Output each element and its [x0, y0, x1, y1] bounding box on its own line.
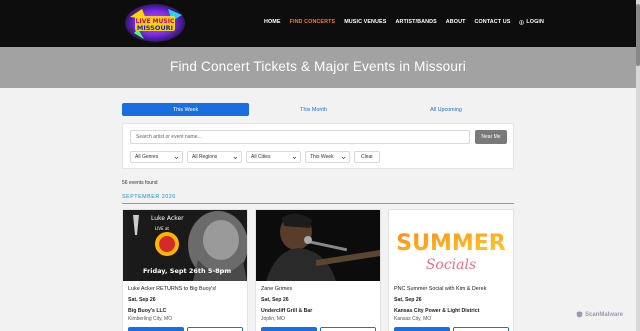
city-select-value: All Cities — [251, 154, 271, 160]
nav-home[interactable]: HOME — [264, 19, 281, 25]
event-city: Kimberling City, MO — [128, 316, 173, 322]
main-nav: HOME FIND CONCERTS MUSIC VENUES ARTIST/B… — [264, 19, 544, 25]
secondary-action-button[interactable] — [320, 327, 376, 331]
login-link[interactable]: LOGIN — [519, 19, 544, 25]
tab-this-month[interactable]: This Month — [249, 103, 378, 116]
month-heading: SEPTEMBER 2026 — [122, 194, 176, 200]
site-header: LIVE MUSIC MISSOURI HOME FIND CONCERTS M… — [0, 0, 636, 47]
nav-contact-us[interactable]: CONTACT US — [474, 19, 510, 25]
tab-all-upcoming[interactable]: All Upcoming — [378, 103, 514, 116]
poster-artist-text: Luke Acker — [151, 215, 184, 222]
event-poster-summer-socials: SUMMER Socials — [389, 210, 513, 281]
event-title[interactable]: Zane Grimes — [261, 286, 292, 292]
nav-music-venues[interactable]: MUSIC VENUES — [344, 19, 386, 25]
near-me-button[interactable]: Near Me — [475, 130, 507, 144]
event-photo-zane-grimes — [256, 210, 380, 281]
poster-date-text: Friday, Sept 26th 5-8pm — [143, 267, 231, 275]
nav-artist-bands[interactable]: ARTIST/BANDS — [395, 19, 436, 25]
filter-panel: Search artist or event name... Near Me A… — [122, 123, 514, 169]
primary-action-button[interactable] — [261, 327, 317, 331]
time-tabs: This Week This Month All Upcoming — [122, 103, 514, 116]
event-image[interactable] — [256, 210, 380, 281]
poster-live-at-text: LIVE at — [155, 226, 169, 231]
region-select-value: All Regions — [192, 154, 218, 160]
event-image[interactable]: SUMMER Socials — [389, 210, 513, 281]
shield-icon — [576, 311, 583, 318]
poster-socials-text: Socials — [426, 257, 476, 273]
page: LIVE MUSIC MISSOURI HOME FIND CONCERTS M… — [0, 0, 640, 331]
primary-action-button[interactable] — [128, 327, 184, 331]
watermark: ScanMalware — [576, 311, 623, 318]
results-count: 56 events found — [122, 180, 158, 186]
scrollbar-thumb[interactable] — [636, 4, 640, 66]
event-venue[interactable]: Undercliff Grill & Bar — [261, 308, 312, 314]
watermark-text: ScanMalware — [585, 311, 624, 318]
event-title[interactable]: PNC Summer Social with Kim & Derek — [394, 286, 486, 292]
page-title: Find Concert Tickets & Major Events in M… — [170, 59, 466, 74]
event-city: Kansas City, MO — [394, 316, 432, 322]
secondary-action-button[interactable] — [453, 327, 509, 331]
chevron-down-icon — [174, 156, 179, 159]
search-input[interactable]: Search artist or event name... — [130, 130, 470, 144]
event-venue[interactable]: Big Buoy's LLC — [128, 308, 166, 314]
event-city: Joplin, MO — [261, 316, 285, 322]
genre-select-value: All Genres — [135, 154, 159, 160]
nav-about[interactable]: ABOUT — [446, 19, 466, 25]
chevron-down-icon — [292, 156, 297, 159]
user-icon — [519, 19, 525, 25]
event-date: Sat, Sep 26 — [394, 297, 422, 303]
region-select[interactable]: All Regions — [187, 151, 242, 163]
event-image[interactable]: Luke Acker LIVE at Friday, Sept 26th 5-8… — [123, 210, 247, 281]
period-select-value: This Week — [310, 154, 334, 160]
event-title[interactable]: Luke Acker RETURNS to Big Buoy's! — [128, 286, 217, 292]
month-divider — [122, 203, 514, 204]
clear-button[interactable]: Clear — [354, 151, 380, 163]
nav-find-concerts[interactable]: FIND CONCERTS — [290, 19, 336, 25]
chevron-down-icon — [341, 156, 346, 159]
event-poster-luke-acker: Luke Acker LIVE at Friday, Sept 26th 5-8… — [123, 210, 247, 281]
event-date: Sat, Sep 26 — [261, 297, 289, 303]
genre-select[interactable]: All Genres — [130, 151, 183, 163]
event-venue[interactable]: Kansas City Power & Light District — [394, 308, 479, 314]
city-select[interactable]: All Cities — [246, 151, 301, 163]
logo-text-bottom: MISSOURI — [137, 24, 173, 32]
event-card[interactable]: Zane Grimes Sat, Sep 26 Undercliff Grill… — [255, 209, 381, 331]
login-label: LOGIN — [526, 19, 544, 25]
secondary-action-button[interactable] — [187, 327, 243, 331]
event-date: Sat, Sep 26 — [128, 297, 156, 303]
event-card[interactable]: SUMMER Socials PNC Summer Social with Ki… — [388, 209, 514, 331]
tab-this-week[interactable]: This Week — [122, 103, 249, 116]
poster-summer-text: SUMMER — [396, 231, 506, 256]
event-card[interactable]: Luke Acker LIVE at Friday, Sept 26th 5-8… — [122, 209, 248, 331]
period-select[interactable]: This Week — [305, 151, 350, 163]
hero-banner: Find Concert Tickets & Major Events in M… — [0, 47, 636, 88]
site-logo[interactable]: LIVE MUSIC MISSOURI — [124, 3, 186, 43]
primary-action-button[interactable] — [394, 327, 450, 331]
chevron-down-icon — [233, 156, 238, 159]
